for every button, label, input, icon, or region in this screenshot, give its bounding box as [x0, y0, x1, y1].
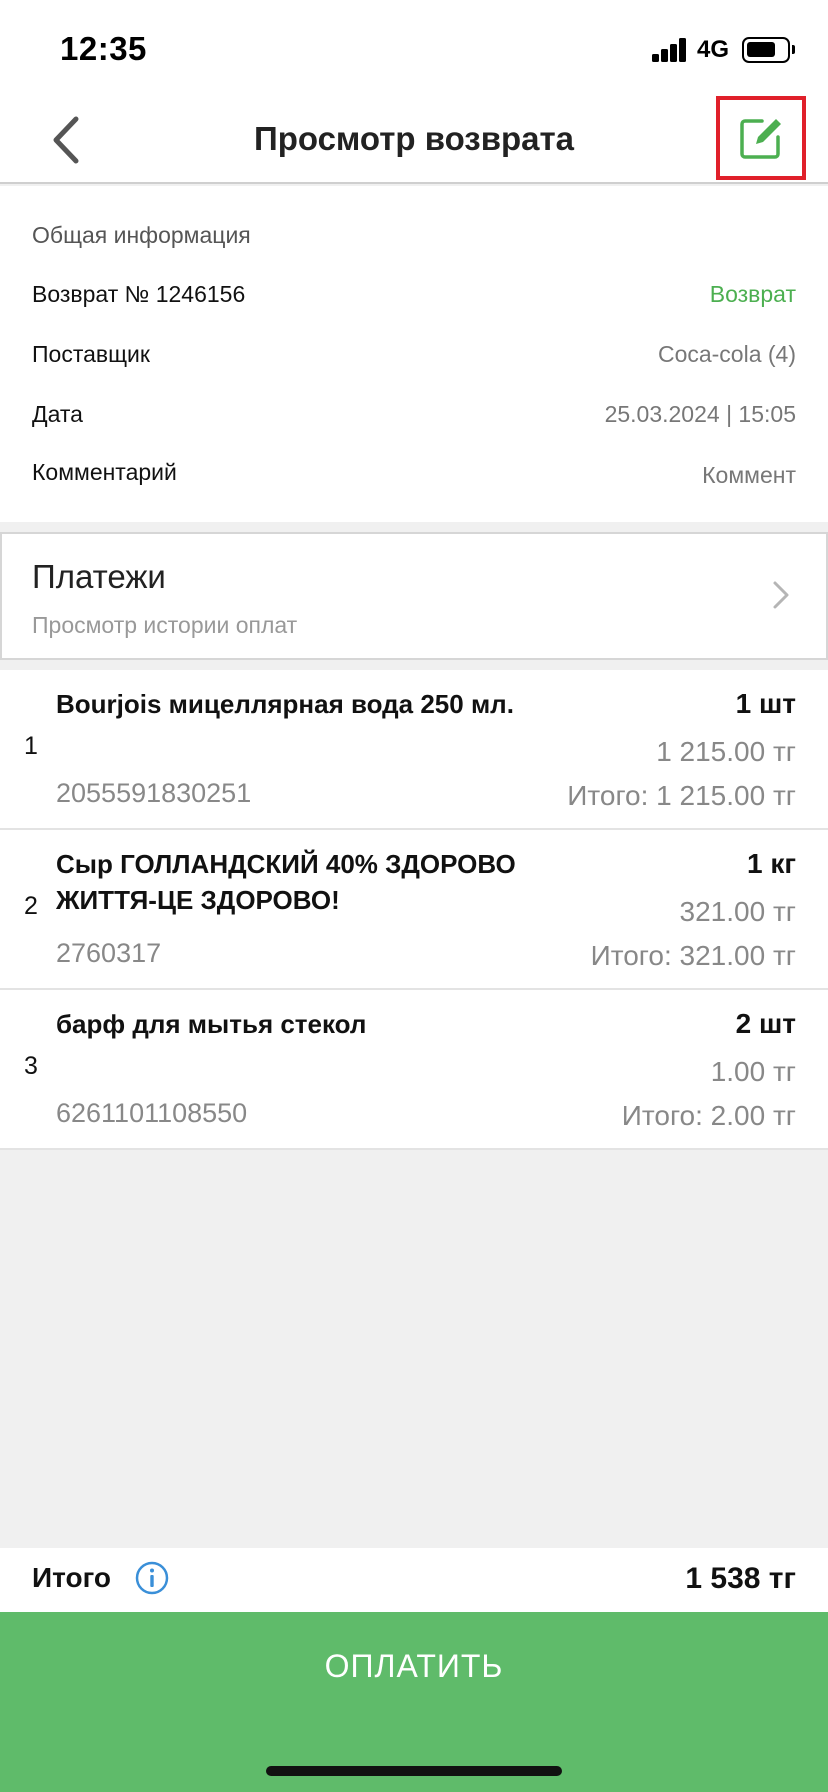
info-value: Coca-cola (4)	[657, 340, 796, 367]
status-bar: 12:35 4G	[0, 0, 828, 96]
info-row-return-number: Возврат № 1246156 Возврат	[32, 274, 796, 314]
status-badge: Возврат	[709, 280, 796, 307]
payments-title: Платежи	[32, 558, 166, 595]
info-label: Поставщик	[32, 340, 150, 367]
pay-button[interactable]: ОПЛАТИТЬ	[0, 1612, 828, 1792]
info-value: 25.03.2024 | 15:05	[604, 400, 796, 427]
total-bar: Итого 1 538 тг	[0, 1548, 828, 1612]
list-item[interactable]: 2 Сыр ГОЛЛАНДСКИЙ 40% ЗДОРОВО ЖИТТЯ-ЦЕ З…	[0, 830, 828, 990]
item-quantity: 2 шт	[735, 1008, 796, 1039]
item-total: Итого: 1 215.00 тг	[567, 780, 796, 811]
list-item[interactable]: 1 Bourjois мицеллярная вода 250 мл. 2055…	[0, 670, 828, 830]
item-index: 2	[24, 892, 38, 920]
battery-icon	[742, 37, 790, 63]
battery-nub	[792, 45, 795, 54]
item-price: 321.00 тг	[679, 896, 796, 927]
info-label: Возврат № 1246156	[32, 280, 246, 307]
edit-button[interactable]	[716, 96, 806, 180]
status-time: 12:35	[60, 30, 147, 67]
nav-bar: Просмотр возврата	[0, 96, 828, 184]
item-price: 1.00 тг	[710, 1056, 796, 1087]
info-row-comment: Комментарий Коммент	[32, 452, 796, 492]
home-indicator	[266, 1766, 562, 1776]
item-name: Сыр ГОЛЛАНДСКИЙ 40% ЗДОРОВО ЖИТТЯ-ЦЕ ЗДО…	[56, 849, 516, 915]
payments-subtitle: Просмотр истории оплат	[32, 612, 298, 638]
info-row-supplier: Поставщик Coca-cola (4)	[32, 334, 796, 374]
network-type: 4G	[697, 36, 730, 63]
item-quantity: 1 шт	[735, 688, 796, 719]
item-name: Bourjois мицеллярная вода 250 мл.	[56, 689, 514, 719]
info-row-date: Дата 25.03.2024 | 15:05	[32, 394, 796, 434]
item-total: Итого: 321.00 тг	[590, 940, 796, 971]
payments-card[interactable]: Платежи Просмотр истории оплат	[0, 532, 828, 660]
info-value: Коммент	[702, 461, 796, 488]
total-label: Итого	[32, 1562, 111, 1593]
item-total: Итого: 2.00 тг	[621, 1100, 796, 1131]
pay-button-label: ОПЛАТИТЬ	[324, 1648, 504, 1684]
edit-icon	[740, 119, 781, 159]
page-title: Просмотр возврата	[253, 120, 575, 157]
general-info-section: Общая информация Возврат № 1246156 Возвр…	[0, 186, 828, 522]
chevron-right-icon	[773, 581, 789, 609]
item-quantity: 1 кг	[746, 848, 796, 879]
list-item[interactable]: 3 барф для мытья стекол 6261101108550 2 …	[0, 990, 828, 1150]
total-value: 1 538 тг	[685, 1562, 796, 1595]
signal-icon	[652, 38, 688, 62]
info-icon[interactable]	[134, 1560, 170, 1596]
item-barcode: 6261101108550	[56, 1098, 248, 1128]
item-index: 3	[24, 1052, 38, 1080]
items-list: 1 Bourjois мицеллярная вода 250 мл. 2055…	[0, 670, 828, 1150]
item-barcode: 2055591830251	[56, 778, 252, 808]
item-index: 1	[24, 732, 38, 760]
item-price: 1 215.00 тг	[656, 736, 796, 767]
section-caption: Общая информация	[32, 222, 251, 248]
item-name: барф для мытья стекол	[56, 1009, 367, 1039]
info-label: Комментарий	[32, 458, 177, 485]
item-barcode: 2760317	[56, 938, 162, 968]
info-label: Дата	[32, 400, 83, 427]
